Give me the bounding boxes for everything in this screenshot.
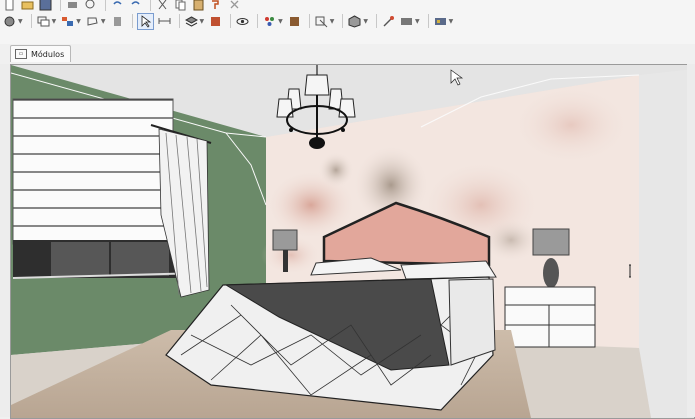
toolbar-separator (342, 14, 344, 28)
toolbar-separator (131, 14, 133, 28)
right-lamp-shade (532, 228, 570, 256)
group-icon[interactable] (60, 14, 75, 29)
select-arrow-icon[interactable] (136, 12, 154, 30)
lasso-icon[interactable] (85, 14, 100, 29)
copy-icon[interactable] (173, 0, 188, 12)
redo-icon[interactable] (128, 0, 143, 12)
print-icon[interactable] (65, 0, 80, 12)
eye-icon[interactable] (235, 14, 250, 29)
chevron-down-icon[interactable]: ▼ (330, 18, 335, 25)
toolbar-separator (230, 14, 232, 28)
nightstand (504, 286, 596, 348)
toolbar-separator (178, 14, 180, 28)
list-icon[interactable] (110, 14, 125, 29)
table-icon[interactable] (433, 14, 448, 29)
chevron-down-icon[interactable]: ▼ (52, 18, 57, 25)
3d-viewport[interactable] (10, 64, 695, 419)
toolbar-separator (308, 14, 310, 28)
chevron-down-icon[interactable]: ▼ (101, 18, 106, 25)
chevron-down-icon[interactable]: ▼ (415, 18, 420, 25)
chevron-down-icon[interactable]: ▼ (449, 18, 454, 25)
viewport-scrollbar[interactable] (687, 64, 695, 417)
toolbar-separator (105, 0, 106, 11)
toolbar-separator (376, 14, 377, 28)
tab-label: Módulos (31, 49, 65, 59)
new-icon[interactable] (2, 0, 17, 12)
toolbar-separator (30, 14, 32, 28)
layer-stack-icon[interactable] (184, 14, 199, 29)
dimension-icon[interactable] (157, 14, 172, 29)
chevron-down-icon[interactable]: ▼ (200, 18, 205, 25)
chevron-down-icon[interactable]: ▼ (76, 18, 81, 25)
rectangle-icon[interactable] (36, 14, 51, 29)
left-panel-edge (0, 64, 10, 417)
toolbar: ▼ ▼ ▼ ▼ ▼ ▼ ▼ ▼ ▼ ▼ (0, 0, 695, 45)
toolbar-separator (60, 0, 61, 11)
window-blind (12, 98, 174, 245)
toolbar-separator (257, 14, 259, 28)
bookmark-icon[interactable] (208, 14, 223, 29)
cut-icon[interactable] (155, 0, 170, 12)
texture-icon[interactable] (287, 14, 302, 29)
paste-icon[interactable] (191, 0, 206, 12)
toolbar-separator (427, 14, 429, 28)
view-icon[interactable] (314, 14, 329, 29)
module-icon: ▭ (15, 49, 27, 59)
toolbar-row-design: ▼ ▼ ▼ ▼ ▼ ▼ ▼ ▼ ▼ ▼ (2, 11, 457, 31)
save-icon[interactable] (38, 0, 53, 12)
toolbar-separator (150, 0, 151, 11)
bedroom-render (11, 65, 694, 418)
light-icon[interactable] (381, 14, 396, 29)
left-lamp-shade (272, 229, 298, 251)
right-wall (639, 69, 694, 418)
undo-icon[interactable] (110, 0, 125, 12)
preview-icon[interactable] (83, 0, 98, 12)
chevron-down-icon[interactable]: ▼ (278, 18, 283, 25)
cube-icon[interactable] (347, 14, 362, 29)
chevron-down-icon[interactable]: ▼ (363, 18, 368, 25)
paint-icon[interactable] (262, 14, 277, 29)
tab-modulos[interactable]: ▭ Módulos (10, 45, 72, 62)
layers-icon[interactable] (2, 14, 17, 29)
document-tabbar: ▭ Módulos (0, 44, 695, 64)
delete-icon[interactable] (227, 0, 242, 12)
chevron-down-icon[interactable]: ▼ (18, 18, 23, 25)
format-painter-icon[interactable] (209, 0, 224, 12)
render-icon[interactable] (399, 14, 414, 29)
open-icon[interactable] (20, 0, 35, 12)
